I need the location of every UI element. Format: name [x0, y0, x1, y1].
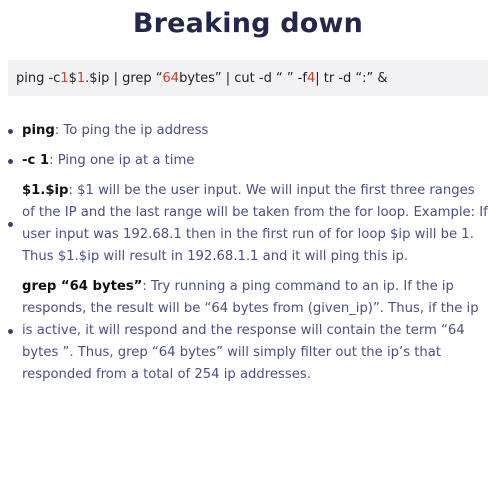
- code-number: 1: [60, 70, 69, 86]
- bullet-dot-icon: [8, 129, 13, 134]
- list-item: -c 1: Ping one ip at a time: [0, 150, 496, 172]
- code-segment: $: [68, 70, 77, 86]
- command-code-block: ping -c 1 $1 .$ip | grep “64 bytes” | cut…: [8, 60, 488, 96]
- bullet-term: grep “64 bytes”: [22, 279, 143, 294]
- code-segment: bytes” | cut -d “ ” -f: [179, 70, 307, 86]
- code-segment: .$ip | grep “: [85, 70, 163, 86]
- slide: Breaking down ping -c 1 $1 .$ip | grep “6…: [0, 0, 496, 500]
- bullet-term: -c 1: [22, 153, 50, 168]
- explanation-list: ping: To ping the ip address -c 1: Ping …: [0, 120, 496, 394]
- bullet-text: : Ping one ip at a time: [49, 153, 195, 168]
- code-number: 64: [162, 70, 180, 86]
- bullet-text: : To ping the ip address: [54, 123, 209, 138]
- code-number: 4: [306, 70, 316, 86]
- bullet-dot-icon: [8, 159, 13, 164]
- code-segment: ping -c: [16, 70, 61, 86]
- bullet-dot-icon: [8, 329, 13, 334]
- list-item: $1.$ip: $1 will be the user input. We wi…: [0, 180, 496, 268]
- code-number: 1: [76, 70, 86, 86]
- list-item: ping: To ping the ip address: [0, 120, 496, 142]
- page-title: Breaking down: [132, 8, 364, 39]
- bullet-term: $1.$ip: [22, 183, 69, 198]
- code-segment: | tr -d “:” &: [315, 70, 388, 86]
- bullet-text: : $1 will be the user input. We will inp…: [22, 183, 488, 264]
- bullet-text: : Try running a ping command to an ip. I…: [22, 279, 479, 382]
- bullet-term: ping: [22, 123, 55, 138]
- list-item: grep “64 bytes”: Try running a ping comm…: [0, 276, 496, 386]
- bullet-dot-icon: [8, 222, 13, 227]
